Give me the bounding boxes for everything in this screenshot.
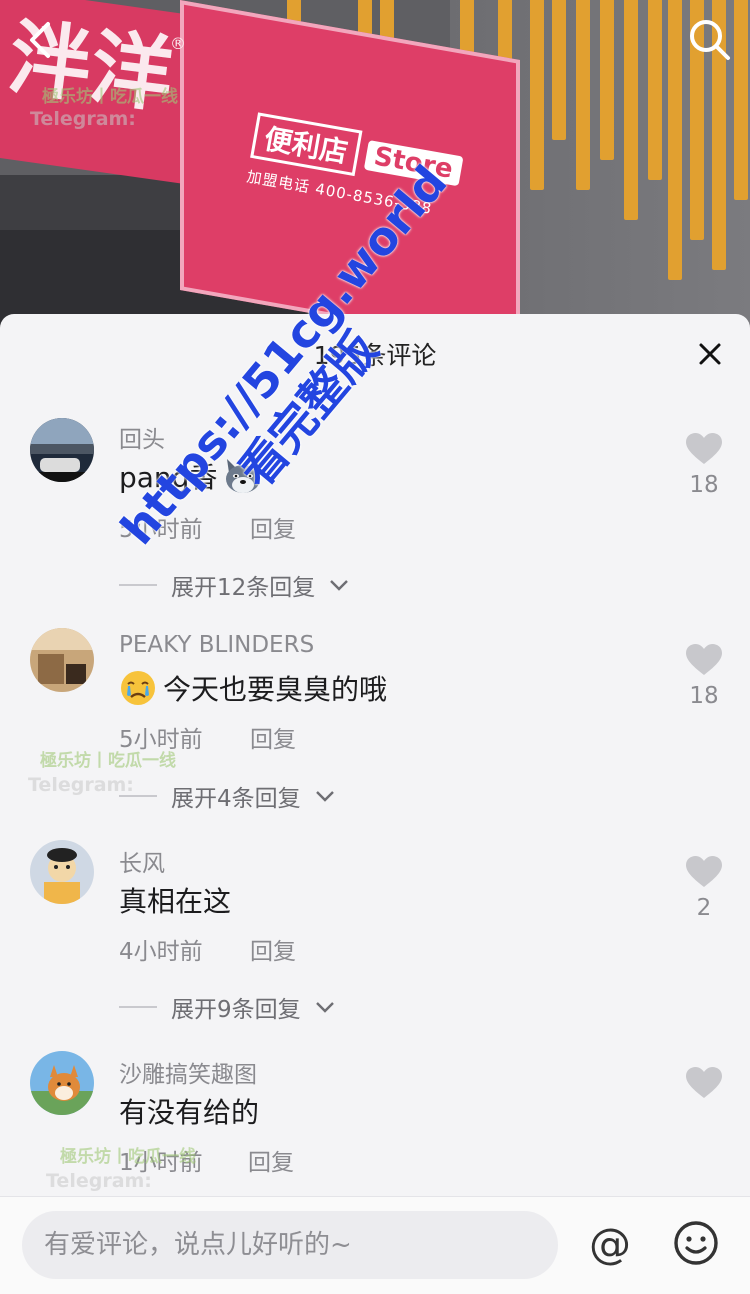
expand-replies-label: 展开12条回复 bbox=[171, 575, 316, 601]
chevron-down-icon bbox=[315, 791, 334, 802]
comment-author[interactable]: 回头 bbox=[119, 420, 165, 454]
reply-button[interactable]: 回复 bbox=[250, 932, 296, 966]
back-button[interactable] bbox=[12, 12, 68, 68]
video-background: 泮洋 ® 便利店 Store 加盟电话 400-8536-388 極乐坊丨吃瓜一… bbox=[0, 0, 750, 330]
comment-text: 今天也要臭臭的哦 bbox=[119, 668, 387, 708]
comment-count-title: 195条评论 bbox=[313, 341, 437, 370]
comment-input-bar: @ bbox=[0, 1196, 750, 1294]
close-icon bbox=[699, 343, 721, 365]
like-count: 2 bbox=[696, 895, 712, 921]
smiley-icon bbox=[674, 1221, 718, 1265]
reply-button[interactable]: 回复 bbox=[250, 720, 296, 754]
comment-author[interactable]: PEAKY BLINDERS bbox=[119, 632, 314, 658]
comment-author[interactable]: 长风 bbox=[119, 844, 165, 878]
avatar[interactable] bbox=[30, 840, 94, 904]
reply-button[interactable]: 回复 bbox=[248, 1143, 294, 1177]
comment-input[interactable] bbox=[22, 1211, 558, 1279]
comment-sheet: 195条评论 bbox=[0, 314, 750, 1294]
comment-text: 有没有给的 bbox=[119, 1091, 259, 1131]
expand-replies-label: 展开9条回复 bbox=[171, 997, 301, 1023]
comment-time: 4小时前 bbox=[119, 939, 203, 965]
comment-time: 5小时前 bbox=[119, 517, 203, 543]
comment-time: 5小时前 bbox=[119, 727, 203, 753]
comment-text: pang香 bbox=[119, 456, 263, 496]
like-button[interactable]: 18 bbox=[680, 643, 728, 709]
avatar[interactable] bbox=[30, 418, 94, 482]
search-icon bbox=[690, 20, 730, 60]
close-button[interactable] bbox=[692, 336, 728, 372]
comment-text-content: pang香 bbox=[119, 461, 218, 494]
comment-text-content: 真相在这 bbox=[119, 885, 232, 918]
comment-text-content: 今天也要臭臭的哦 bbox=[163, 673, 388, 706]
emoji-button[interactable] bbox=[668, 1215, 724, 1271]
heart-icon bbox=[686, 433, 722, 464]
comment-text-content: 有没有给的 bbox=[119, 1096, 260, 1129]
like-count: 18 bbox=[689, 683, 719, 709]
dog-face-icon bbox=[226, 459, 261, 493]
expand-replies-button[interactable]: 展开9条回复 bbox=[119, 990, 335, 1024]
heart-icon bbox=[686, 856, 722, 887]
like-button[interactable]: 18 bbox=[680, 432, 728, 498]
at-icon: @ bbox=[589, 1218, 631, 1268]
store-en-label: Store bbox=[363, 140, 464, 187]
comment-author[interactable]: 沙雕搞笑趣图 bbox=[119, 1055, 257, 1089]
crying-face-icon bbox=[121, 671, 155, 705]
like-count: 18 bbox=[689, 472, 719, 498]
chevron-down-icon bbox=[315, 1002, 334, 1013]
heart-icon bbox=[686, 1067, 722, 1098]
search-button[interactable] bbox=[682, 12, 738, 68]
expand-replies-label: 展开4条回复 bbox=[171, 786, 301, 812]
comment-text: 真相在这 bbox=[119, 880, 231, 920]
avatar[interactable] bbox=[30, 1051, 94, 1115]
mention-button[interactable]: @ bbox=[582, 1215, 638, 1271]
expand-replies-button[interactable]: 展开12条回复 bbox=[119, 568, 349, 602]
chevron-left-icon bbox=[30, 22, 50, 58]
comment-time: 1小时前 bbox=[119, 1150, 203, 1176]
avatar[interactable] bbox=[30, 628, 94, 692]
reply-button[interactable]: 回复 bbox=[250, 510, 296, 544]
expand-replies-button[interactable]: 展开4条回复 bbox=[119, 779, 335, 813]
like-button[interactable] bbox=[680, 1066, 728, 1100]
like-button[interactable]: 2 bbox=[680, 855, 728, 921]
chevron-down-icon bbox=[330, 580, 349, 591]
heart-icon bbox=[686, 644, 722, 675]
sheet-header: 195条评论 bbox=[0, 314, 750, 394]
